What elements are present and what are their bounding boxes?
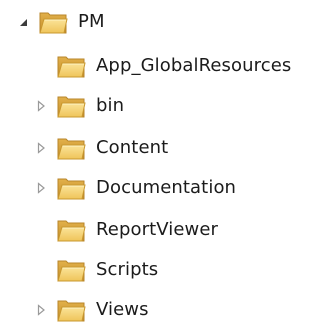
folder-icon — [56, 257, 86, 283]
collapsed-triangle-icon[interactable] — [34, 303, 48, 317]
folder-icon — [56, 175, 86, 201]
tree-node-pm[interactable]: PM — [0, 4, 105, 40]
folder-tree: PM App_GlobalResources bin Content Docum… — [0, 0, 325, 332]
folder-icon — [56, 135, 86, 161]
tree-node-label: Scripts — [96, 259, 159, 280]
expanded-triangle-icon[interactable] — [16, 15, 30, 29]
collapsed-triangle-icon[interactable] — [34, 141, 48, 155]
tree-node-bin[interactable]: bin — [0, 88, 124, 124]
tree-node-content[interactable]: Content — [0, 130, 168, 166]
tree-node-views[interactable]: Views — [0, 292, 149, 328]
tree-node-label: bin — [96, 95, 125, 116]
tree-node-label: Content — [96, 137, 169, 158]
tree-node-app-globalresources[interactable]: App_GlobalResources — [0, 48, 291, 84]
tree-node-label: Documentation — [96, 177, 237, 198]
folder-icon — [38, 9, 68, 35]
tree-node-label: ReportViewer — [96, 219, 219, 240]
folder-icon — [56, 217, 86, 243]
tree-node-documentation[interactable]: Documentation — [0, 170, 236, 206]
tree-node-label: App_GlobalResources — [96, 55, 292, 76]
tree-node-scripts[interactable]: Scripts — [0, 252, 158, 288]
tree-node-label: Views — [96, 299, 149, 320]
collapsed-triangle-icon[interactable] — [34, 181, 48, 195]
tree-node-reportviewer[interactable]: ReportViewer — [0, 212, 218, 248]
folder-icon — [56, 93, 86, 119]
folder-icon — [56, 297, 86, 323]
folder-icon — [56, 53, 86, 79]
collapsed-triangle-icon[interactable] — [34, 99, 48, 113]
tree-node-label: PM — [78, 11, 105, 32]
